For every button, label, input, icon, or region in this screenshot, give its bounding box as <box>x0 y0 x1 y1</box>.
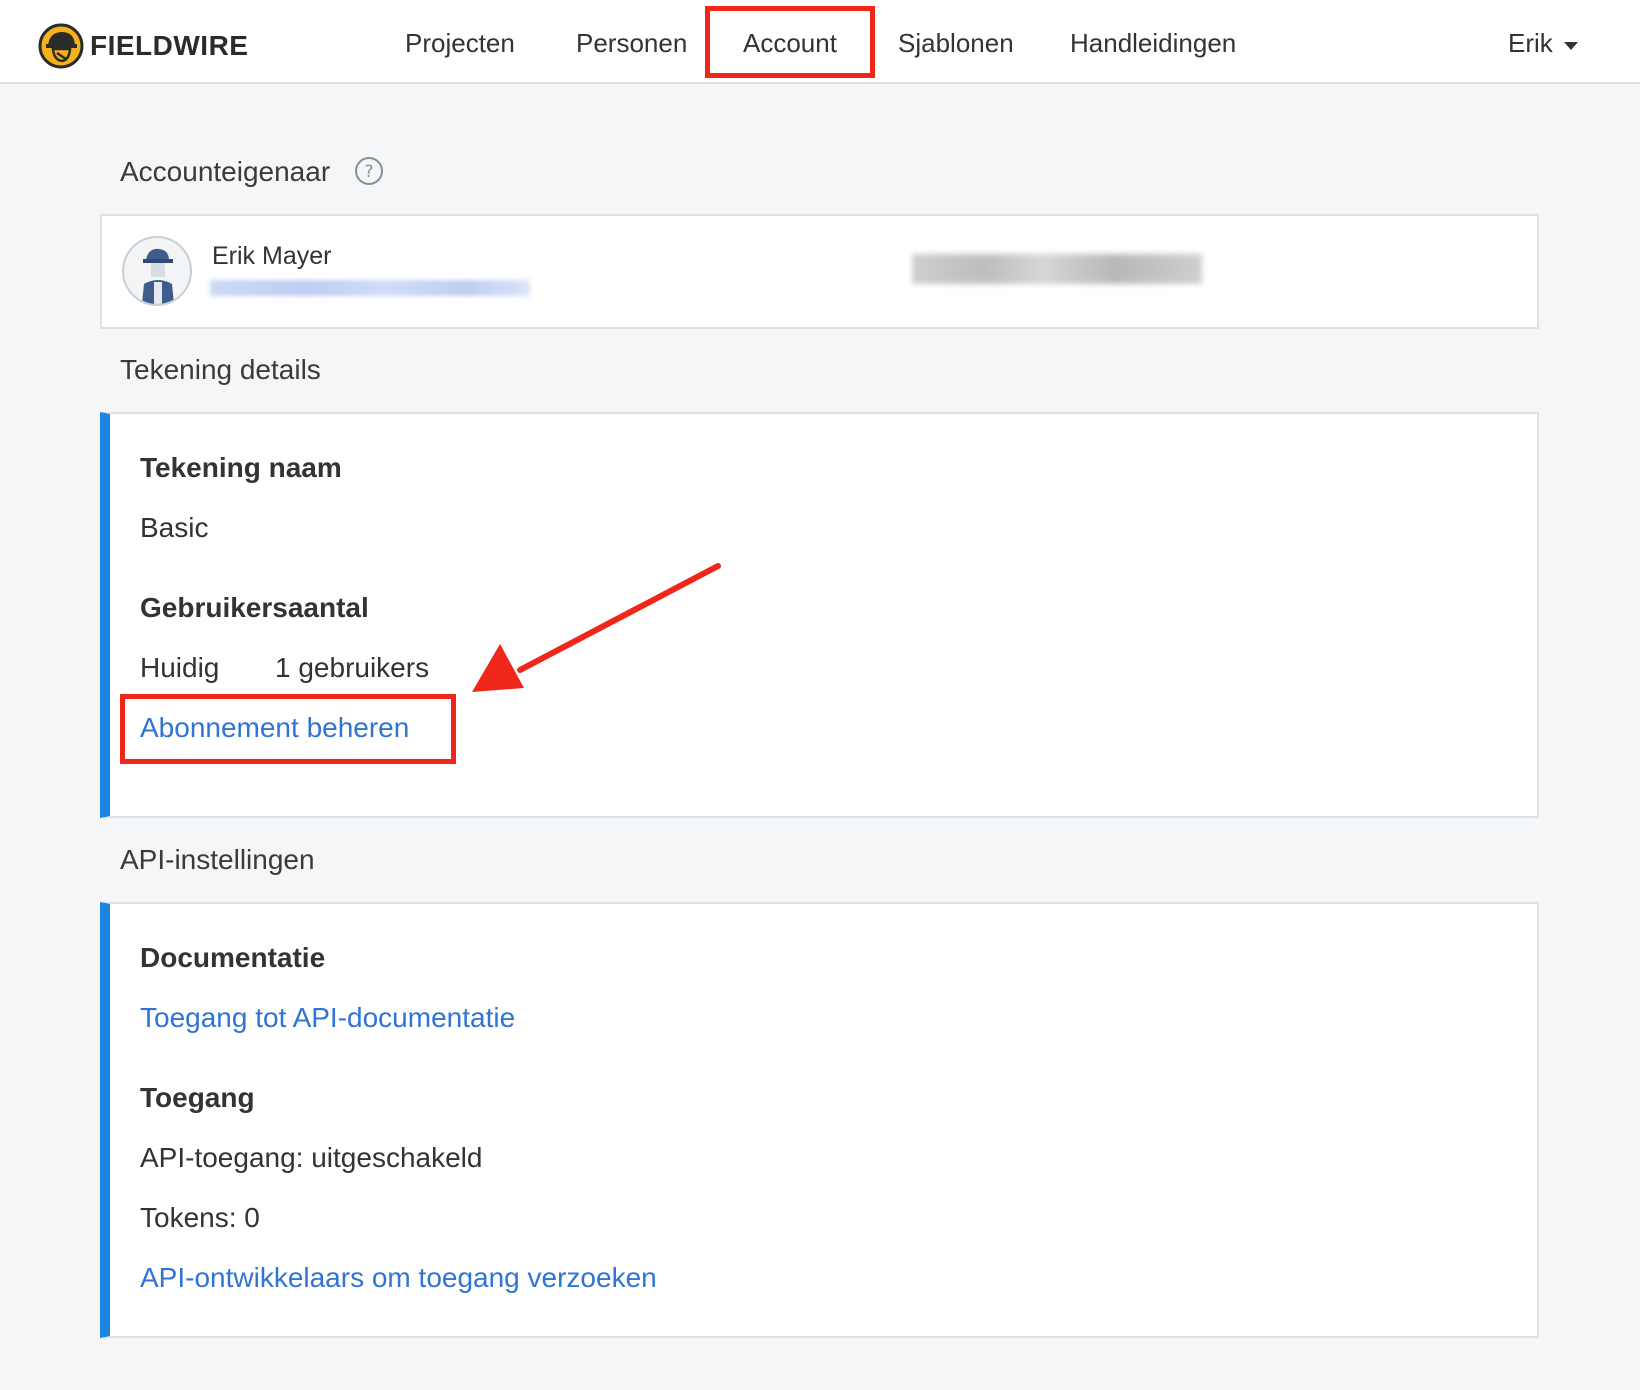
plan-section-title: Tekening details <box>120 354 321 385</box>
api-card: Documentatie Toegang tot API-documentati… <box>100 902 1539 1338</box>
nav-projecten[interactable]: Projecten <box>405 28 515 59</box>
plan-name-label: Tekening naam <box>140 452 342 483</box>
api-docs-link[interactable]: Toegang tot API-documentatie <box>140 1002 515 1034</box>
avatar <box>122 236 192 306</box>
owner-card: Erik Mayer <box>100 214 1539 329</box>
plan-name-value: Basic <box>140 512 209 543</box>
account-tab-annotation-box <box>705 6 875 78</box>
top-navigation-bar: FIELDWIRE Projecten Personen Account Sja… <box>0 0 1640 84</box>
owner-section-title: Accounteigenaar <box>120 156 331 187</box>
current-label: Huidig <box>140 652 220 683</box>
redacted-info <box>912 254 1202 284</box>
tokens-count: Tokens: 0 <box>140 1202 260 1233</box>
current-user-count: 1 gebruikers <box>275 652 430 683</box>
api-section-title: API-instellingen <box>120 844 315 875</box>
redacted-email <box>210 280 530 296</box>
nav-personen[interactable]: Personen <box>576 28 687 59</box>
question-circle-icon[interactable]: ? <box>354 156 384 186</box>
nav-sjablonen[interactable]: Sjablonen <box>898 28 1014 59</box>
svg-text:?: ? <box>364 162 373 182</box>
manage-link-annotation-box <box>120 694 456 764</box>
annotation-arrow-icon <box>472 563 721 692</box>
user-count-label: Gebruikersaantal <box>140 592 369 623</box>
fieldwire-logo-icon <box>38 23 84 69</box>
owner-name: Erik Mayer <box>212 242 332 270</box>
access-label: Toegang <box>140 1082 255 1113</box>
documentation-label: Documentatie <box>140 942 326 973</box>
api-access-status: API-toegang: uitgeschakeld <box>140 1142 483 1173</box>
brand-name[interactable]: FIELDWIRE <box>90 30 249 62</box>
worker-avatar-icon <box>142 248 174 304</box>
chevron-down-icon[interactable] <box>1564 42 1578 50</box>
request-api-access-link[interactable]: API-ontwikkelaars om toegang verzoeken <box>140 1262 657 1294</box>
user-menu[interactable]: Erik <box>1508 28 1553 59</box>
nav-handleidingen[interactable]: Handleidingen <box>1070 28 1236 59</box>
